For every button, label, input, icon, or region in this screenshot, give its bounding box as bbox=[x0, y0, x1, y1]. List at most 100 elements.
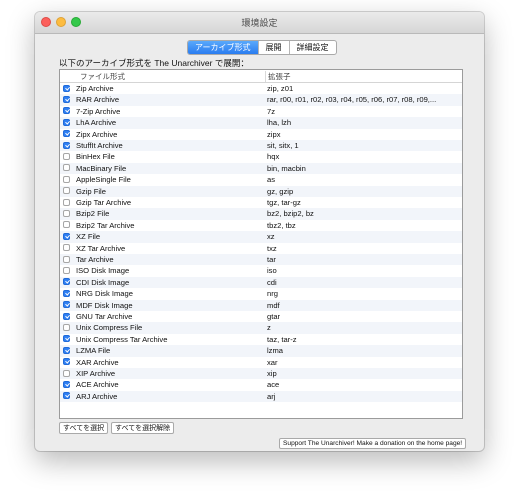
format-extensions: arj bbox=[267, 391, 276, 401]
format-name: StuffIt Archive bbox=[76, 141, 123, 150]
format-checkbox[interactable] bbox=[63, 369, 70, 377]
format-checkbox[interactable] bbox=[63, 232, 70, 240]
table-row[interactable]: ISO Disk Image iso bbox=[60, 265, 462, 276]
format-checkbox[interactable] bbox=[63, 335, 70, 343]
table-row[interactable]: XZ File xz bbox=[60, 231, 462, 243]
format-checkbox[interactable] bbox=[63, 164, 70, 172]
format-table[interactable]: ファイル形式 拡張子 Zip Archive zip, z01 RAR Archiv… bbox=[59, 69, 463, 419]
format-checkbox[interactable] bbox=[63, 392, 70, 400]
table-row[interactable]: Gzip File gz, gzip bbox=[60, 185, 462, 197]
format-checkbox[interactable] bbox=[63, 187, 70, 195]
format-checkbox[interactable] bbox=[63, 266, 70, 274]
format-name: ACE Archive bbox=[76, 380, 119, 390]
table-row[interactable]: Tar Archive tar bbox=[60, 254, 462, 266]
format-name: ARJ Archive bbox=[76, 391, 118, 401]
format-name: Bzip2 Tar Archive bbox=[76, 220, 135, 230]
format-extensions: rar, r00, r01, r02, r03, r04, r05, r06, … bbox=[267, 95, 437, 105]
format-extensions: iso bbox=[267, 266, 277, 276]
table-row[interactable]: Gzip Tar Archive tgz, tar-gz bbox=[60, 197, 462, 208]
column-header-extension[interactable]: 拡張子 bbox=[265, 71, 291, 82]
donate-button[interactable]: Support The Unarchiver! Make a donation … bbox=[279, 438, 467, 449]
format-checkbox[interactable] bbox=[63, 244, 70, 252]
format-checkbox[interactable] bbox=[63, 130, 70, 138]
format-checkbox[interactable] bbox=[63, 221, 70, 229]
format-name: LZMA File bbox=[76, 346, 111, 356]
format-extensions: xar bbox=[267, 357, 278, 367]
deselect-all-button[interactable]: すべてを選択解除 bbox=[111, 422, 175, 434]
table-row[interactable]: MDF Disk Image mdf bbox=[60, 299, 462, 311]
format-extensions: ace bbox=[267, 380, 280, 390]
table-row[interactable]: GNU Tar Archive gtar bbox=[60, 311, 462, 322]
column-header-format[interactable]: ファイル形式 bbox=[80, 71, 125, 82]
format-checkbox[interactable] bbox=[63, 198, 70, 206]
format-extensions: tbz2, tbz bbox=[267, 220, 296, 230]
select-all-button[interactable]: すべてを選択 bbox=[59, 422, 109, 434]
format-extensions: 7z bbox=[267, 106, 276, 116]
table-row[interactable]: Zipx Archive zipx bbox=[60, 129, 462, 140]
table-row[interactable]: XIP Archive xip bbox=[60, 368, 462, 380]
format-checkbox[interactable] bbox=[63, 175, 70, 183]
format-checkbox[interactable] bbox=[63, 141, 70, 149]
format-checkbox[interactable] bbox=[63, 209, 70, 217]
tab-extraction[interactable]: 展開 bbox=[257, 41, 289, 54]
format-name: GNU Tar Archive bbox=[76, 312, 133, 321]
format-extensions: z bbox=[267, 323, 271, 333]
format-extensions: mdf bbox=[267, 300, 280, 310]
table-row[interactable]: XZ Tar Archive txz bbox=[60, 243, 462, 254]
table-row[interactable]: Bzip2 File bz2, bzip2, bz bbox=[60, 208, 462, 220]
table-row[interactable]: 7-Zip Archive 7z bbox=[60, 106, 462, 117]
intro-label: 以下のアーカイブ形式を The Unarchiver で展開： bbox=[59, 58, 249, 68]
format-checkbox[interactable] bbox=[63, 312, 70, 320]
table-row[interactable]: MacBinary File bin, macbin bbox=[60, 162, 462, 175]
preferences-window: 環境設定 アーカイブ形式 展開 詳細設定 以下のアーカイブ形式を The Una… bbox=[35, 12, 484, 451]
format-checkbox[interactable] bbox=[63, 84, 70, 92]
table-row[interactable]: ACE Archive ace bbox=[60, 379, 462, 390]
table-row[interactable]: StuffIt Archive sit, sitx, 1 bbox=[60, 140, 462, 152]
preferences-tab-bar: アーカイブ形式 展開 詳細設定 bbox=[187, 40, 337, 55]
table-row[interactable]: XAR Archive xar bbox=[60, 357, 462, 368]
table-row[interactable]: Bzip2 Tar Archive tbz2, tbz bbox=[60, 220, 462, 231]
format-checkbox[interactable] bbox=[63, 358, 70, 366]
format-checkbox[interactable] bbox=[63, 107, 70, 115]
format-checkbox[interactable] bbox=[63, 289, 70, 297]
table-row[interactable]: LZMA File lzma bbox=[60, 345, 462, 357]
table-row[interactable]: RAR Archive rar, r00, r01, r02, r03, r04,… bbox=[60, 94, 462, 106]
format-name: AppleSingle File bbox=[76, 175, 131, 185]
tab-advanced[interactable]: 詳細設定 bbox=[288, 41, 336, 54]
format-extensions: xz bbox=[267, 232, 275, 242]
format-checkbox[interactable] bbox=[63, 278, 70, 286]
format-checkbox[interactable] bbox=[63, 346, 70, 354]
table-row[interactable]: CDI Disk Image cdi bbox=[60, 276, 462, 289]
format-name: BinHex File bbox=[76, 152, 115, 162]
format-name: Unix Compress File bbox=[76, 323, 143, 333]
format-extensions: xip bbox=[267, 369, 277, 378]
format-name: Zip Archive bbox=[76, 84, 114, 93]
table-row[interactable]: AppleSingle File as bbox=[60, 174, 462, 185]
table-row[interactable]: Unix Compress File z bbox=[60, 322, 462, 334]
format-extensions: sit, sitx, 1 bbox=[267, 141, 299, 150]
table-row[interactable]: Unix Compress Tar Archive taz, tar-z bbox=[60, 334, 462, 345]
format-name: XZ Tar Archive bbox=[76, 243, 126, 253]
format-checkbox[interactable] bbox=[63, 152, 70, 160]
format-name: XZ File bbox=[76, 232, 101, 242]
format-name: NRG Disk Image bbox=[76, 289, 133, 299]
format-checkbox[interactable] bbox=[63, 255, 70, 263]
format-checkbox[interactable] bbox=[63, 301, 70, 309]
format-name: MDF Disk Image bbox=[76, 300, 133, 310]
format-checkbox[interactable] bbox=[63, 118, 70, 126]
format-name: 7-Zip Archive bbox=[76, 106, 121, 116]
table-row[interactable]: ARJ Archive arj bbox=[60, 390, 462, 403]
format-checkbox[interactable] bbox=[63, 323, 70, 331]
format-name: Unix Compress Tar Archive bbox=[76, 334, 168, 344]
title-bar[interactable]: 環境設定 bbox=[35, 12, 484, 34]
table-row[interactable]: Zip Archive zip, z01 bbox=[60, 83, 462, 94]
format-name: Gzip File bbox=[76, 186, 106, 196]
format-checkbox[interactable] bbox=[63, 95, 70, 103]
table-row[interactable]: NRG Disk Image nrg bbox=[60, 288, 462, 299]
format-checkbox[interactable] bbox=[63, 380, 70, 388]
tab-archive-formats[interactable]: アーカイブ形式 bbox=[188, 41, 258, 54]
format-extensions: bin, macbin bbox=[267, 163, 306, 173]
table-row[interactable]: BinHex File hqx bbox=[60, 151, 462, 162]
window-title: 環境設定 bbox=[241, 18, 278, 28]
table-row[interactable]: LhA Archive lha, lzh bbox=[60, 117, 462, 129]
